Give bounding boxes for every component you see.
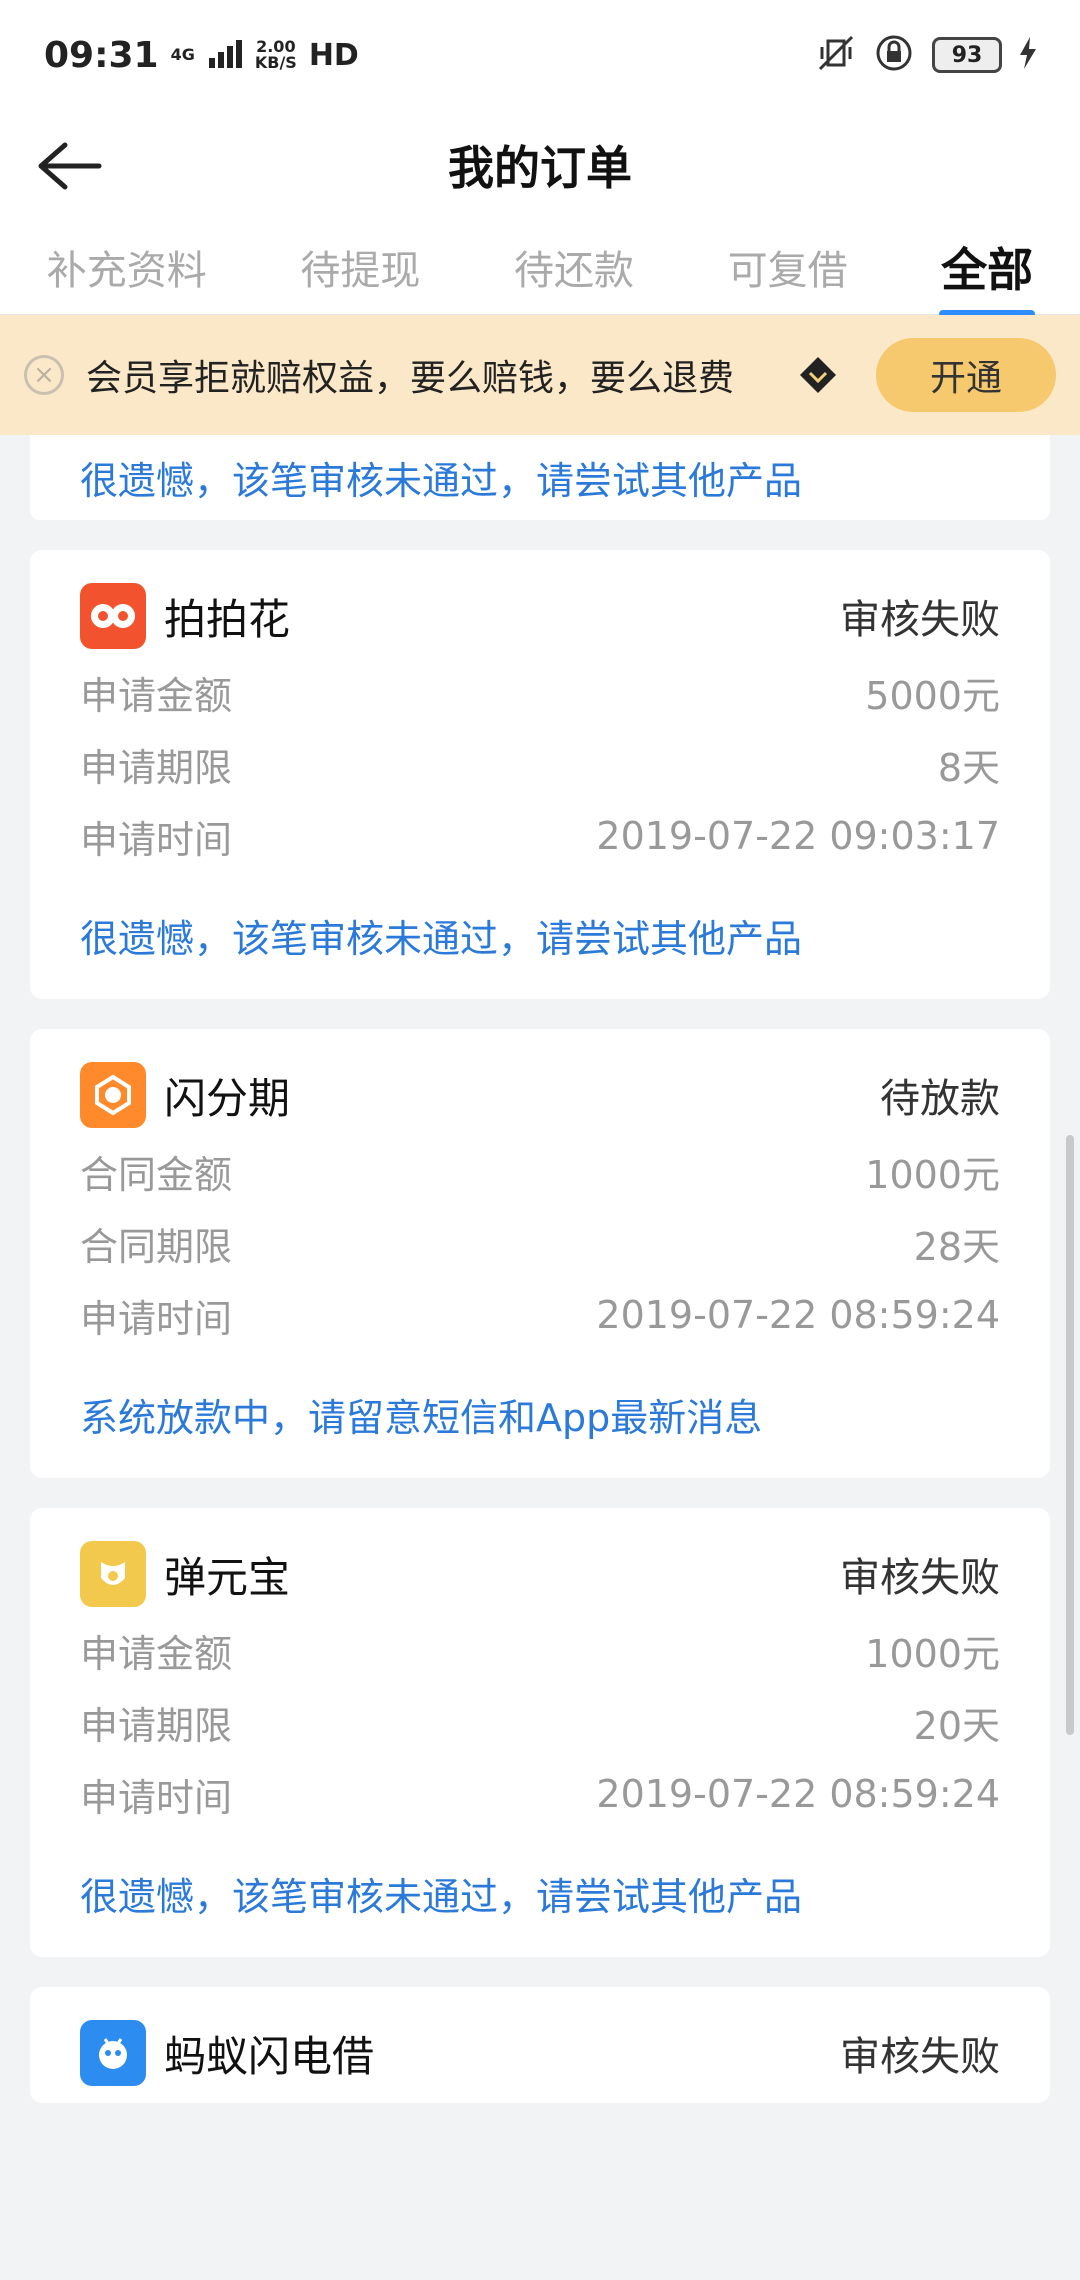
tab-supplement[interactable]: 补充资料 [39,228,215,306]
order-card-header: 闪分期 待放款 [80,1055,1000,1135]
open-membership-button[interactable]: 开通 [876,338,1056,412]
order-brand: 拍拍花 [80,583,290,649]
row-value: 1000元 [865,1152,1000,1197]
order-status: 审核失败 [840,1555,1000,1601]
banner-close-button[interactable]: × [24,355,64,395]
row-value: 20天 [913,1703,1000,1748]
shanfenqi-logo-icon [80,1062,146,1128]
header: 我的订单 [0,110,1080,220]
order-row: 合同期限 28天 [80,1207,1000,1279]
order-status: 审核失败 [840,2034,1000,2080]
order-brand: 弹元宝 [80,1541,290,1607]
network-speed: 2.00 KB/S [255,39,297,71]
brand-name: 拍拍花 [164,594,291,644]
row-value: 5000元 [865,673,1000,718]
brand-name: 闪分期 [164,1073,291,1123]
order-status: 待放款 [880,1076,1000,1122]
membership-banner: × 会员享拒就赔权益，要么赔钱，要么退费 开通 [0,315,1080,435]
order-row: 申请时间 2019-07-22 08:59:24 [80,1758,1000,1830]
row-label: 合同期限 [80,1224,233,1269]
speed-unit: KB/S [254,53,297,72]
status-left: 09:31 4G 2.00 KB/S HD [44,35,359,76]
diamond-icon [800,357,836,393]
status-right: 93 [816,33,1036,77]
row-label: 申请金额 [80,1631,233,1676]
status-bar: 09:31 4G 2.00 KB/S HD 93 [0,0,1080,110]
vibrate-icon [816,33,856,77]
charging-icon [1020,37,1036,73]
page-title: 我的订单 [448,141,632,195]
order-row: 申请金额 5000元 [80,656,1000,728]
row-value: 2019-07-22 08:59:24 [596,1293,1000,1337]
order-status: 审核失败 [840,597,1000,643]
row-label: 申请时间 [80,1296,233,1341]
order-message: 系统放款中，请留意短信和App最新消息 [80,1396,763,1440]
order-card[interactable]: 拍拍花 审核失败 申请金额 5000元 申请期限 8天 申请时间 2019-07… [30,550,1050,999]
order-card-header: 蚂蚁闪电借 审核失败 [80,2013,1000,2093]
row-value: 1000元 [865,1631,1000,1676]
order-message: 很遗憾，该笔审核未通过，请尝试其他产品 [80,459,803,503]
banner-text: 会员享拒就赔权益，要么赔钱，要么退费 [86,358,735,399]
order-row: 申请金额 1000元 [80,1614,1000,1686]
scrollbar[interactable] [1066,1135,1074,1735]
mayi-logo-icon [80,2020,146,2086]
order-card[interactable]: 弹元宝 审核失败 申请金额 1000元 申请期限 20天 申请时间 2019-0… [30,1508,1050,1957]
status-time: 09:31 [44,34,159,76]
tab-pending-withdraw[interactable]: 待提现 [292,228,428,306]
row-value: 2019-07-22 08:59:24 [596,1772,1000,1816]
signal-icon [207,38,243,72]
row-value: 2019-07-22 09:03:17 [596,814,1000,858]
order-row: 申请期限 20天 [80,1686,1000,1758]
order-row: 合同金额 1000元 [80,1135,1000,1207]
row-label: 申请时间 [80,1775,233,1820]
paipaihua-logo-icon [80,583,146,649]
order-list: 很遗憾，该笔审核未通过，请尝试其他产品 拍拍花 审核失败 申请金额 5000元 [30,435,1050,2133]
order-brand: 蚂蚁闪电借 [80,2020,374,2086]
order-row: 申请时间 2019-07-22 08:59:24 [80,1279,1000,1351]
order-card-header: 弹元宝 审核失败 [80,1534,1000,1614]
back-button[interactable] [28,134,108,198]
row-label: 申请金额 [80,673,233,718]
order-row: 申请时间 2019-07-22 09:03:17 [80,800,1000,872]
order-card-header: 拍拍花 审核失败 [80,576,1000,656]
tab-all[interactable]: 全部 [933,224,1041,318]
order-message: 很遗憾，该笔审核未通过，请尝试其他产品 [80,1875,803,1919]
danyuanbao-logo-icon [80,1541,146,1607]
hd-indicator: HD [308,37,359,73]
order-card[interactable]: 闪分期 待放款 合同金额 1000元 合同期限 28天 申请时间 2019-07… [30,1029,1050,1478]
order-tabs: 补充资料 待提现 待还款 可复借 全部 [0,220,1080,318]
row-label: 申请时间 [80,817,233,862]
row-label: 申请期限 [80,745,233,790]
close-icon: × [33,360,55,390]
lock-rotation-icon [874,33,914,77]
brand-name: 弹元宝 [164,1552,291,1602]
order-card[interactable]: 蚂蚁闪电借 审核失败 [30,1987,1050,2103]
row-label: 合同金额 [80,1152,233,1197]
order-message: 很遗憾，该笔审核未通过，请尝试其他产品 [80,917,803,961]
order-brand: 闪分期 [80,1062,290,1128]
back-arrow-icon [38,142,102,190]
row-value: 28天 [913,1224,1000,1269]
network-indicator: 4G [170,45,195,64]
battery-indicator: 93 [932,37,1002,73]
row-label: 申请期限 [80,1703,233,1748]
row-value: 8天 [937,745,1000,790]
tab-pending-repay[interactable]: 待还款 [506,228,642,306]
order-card-partial[interactable]: 很遗憾，该笔审核未通过，请尝试其他产品 [30,435,1050,520]
tab-reborrow[interactable]: 可复借 [720,228,856,306]
brand-name: 蚂蚁闪电借 [164,2031,375,2081]
order-row: 申请期限 8天 [80,728,1000,800]
